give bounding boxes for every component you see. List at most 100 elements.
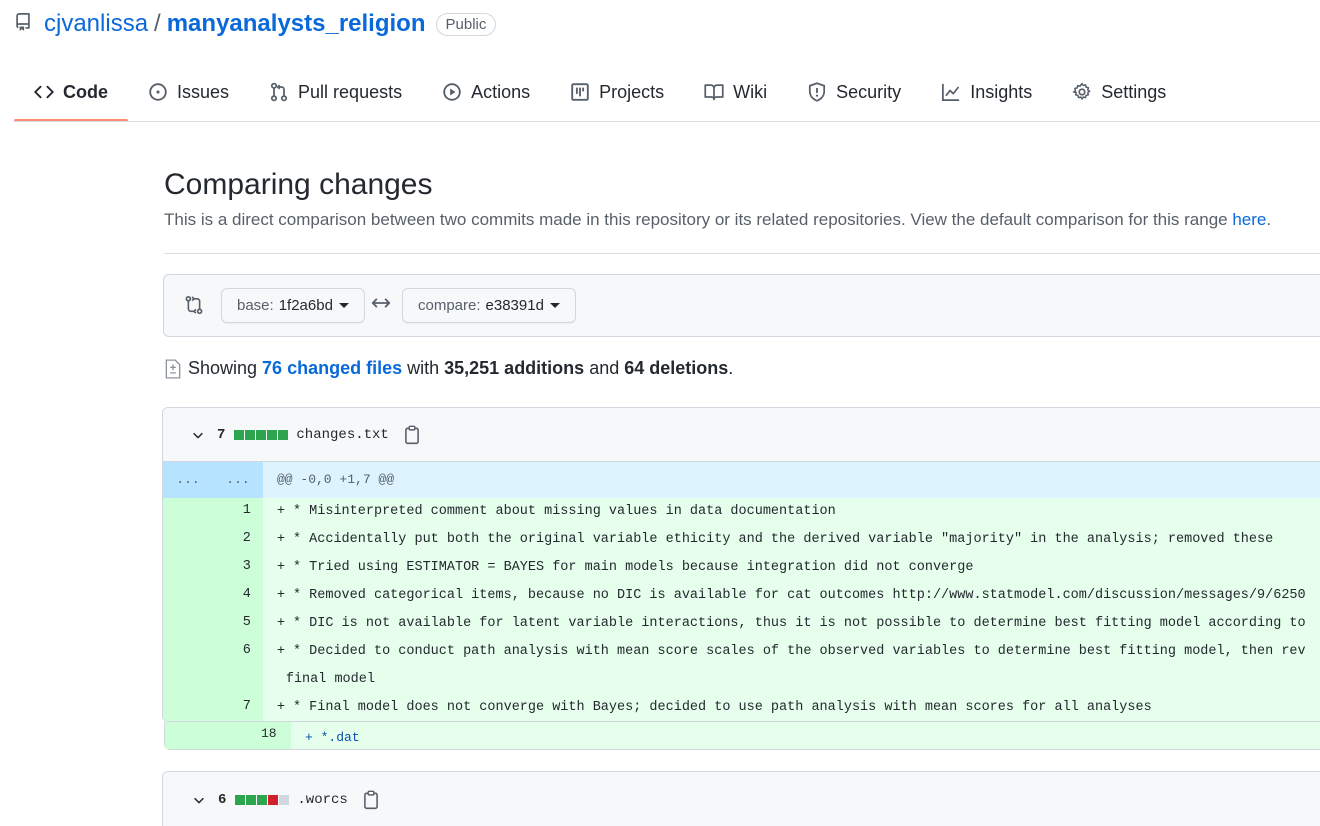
file-diff-worcs: 6 .worcs xyxy=(162,771,1320,826)
line-number[interactable]: 6 xyxy=(212,638,263,694)
copy-icon[interactable] xyxy=(362,790,380,810)
line-gutter-old xyxy=(163,526,213,554)
page-title: Comparing changes xyxy=(164,168,433,201)
summary-and: and xyxy=(589,358,620,378)
file-change-count: 7 xyxy=(217,426,226,443)
hidden-line-code: + *.dat xyxy=(305,730,360,745)
line-gutter-old xyxy=(163,554,213,582)
tab-code-label: Code xyxy=(63,81,108,102)
chevron-down-icon[interactable] xyxy=(191,428,205,442)
diff-line: 1 + * Misinterpreted comment about missin… xyxy=(163,498,1320,526)
base-branch-select[interactable]: base: 1f2a6bd xyxy=(221,288,365,323)
summary-with: with xyxy=(407,358,440,378)
gear-icon xyxy=(1072,82,1091,100)
diff-line: 7 + * Final model does not converge with … xyxy=(163,694,1320,721)
tab-projects-label: Projects xyxy=(599,81,665,102)
shield-icon xyxy=(809,82,826,102)
caret-down-icon xyxy=(549,303,560,308)
tab-pull-requests[interactable]: Pull requests xyxy=(249,64,422,120)
diffstat xyxy=(235,795,290,805)
diff-line: 3 + * Tried using ESTIMATOR = BAYES for m… xyxy=(163,554,1320,582)
chevron-down-icon[interactable] xyxy=(192,793,206,807)
book-icon xyxy=(704,84,724,101)
tab-security[interactable]: Security xyxy=(787,64,921,120)
compare-branch-select[interactable]: compare: e38391d xyxy=(402,288,576,323)
file-header: 6 .worcs xyxy=(163,772,1320,826)
hunk-header: ... ... @@ -0,0 +1,7 @@ xyxy=(163,462,1320,498)
deletions-count: 64 deletions xyxy=(624,358,729,378)
repo-icon xyxy=(16,13,30,31)
repo-name-link[interactable]: manyanalysts_religion xyxy=(167,10,426,38)
line-text-wrap: final model xyxy=(285,672,375,687)
hidden-line-number: 18 xyxy=(261,726,277,741)
hunk-gutter-left[interactable]: ... xyxy=(163,462,213,498)
file-header: 7 changes.txt xyxy=(163,408,1320,462)
hidden-diff-row: 18 + *.dat xyxy=(164,722,1320,750)
line-number[interactable]: 1 xyxy=(212,498,263,526)
diffstat-block xyxy=(278,429,289,440)
hunk-header-text: @@ -0,0 +1,7 @@ xyxy=(277,472,395,487)
file-name[interactable]: changes.txt xyxy=(296,427,388,443)
section-divider xyxy=(164,253,1320,254)
repo-owner-link[interactable]: cjvanlissa xyxy=(44,10,148,38)
tab-wiki-label: Wiki xyxy=(733,81,768,102)
line-number[interactable]: 2 xyxy=(212,526,263,554)
tab-pull-requests-label: Pull requests xyxy=(298,81,403,102)
repo-separator: / xyxy=(154,10,161,37)
changed-files-link[interactable]: 76 changed files xyxy=(262,358,402,379)
diffstat-block xyxy=(279,795,290,805)
line-gutter-old xyxy=(163,694,213,721)
line-code: + * Removed categorical items, because no… xyxy=(276,588,1306,603)
issue-icon xyxy=(149,83,167,101)
tab-issues-label: Issues xyxy=(177,81,230,102)
diff-line: 2 + * Accidentally put both the original … xyxy=(163,526,1320,554)
tabs-divider xyxy=(14,121,1320,122)
line-text: * Decided to conduct path analysis with … xyxy=(292,644,1306,659)
additions-count: 35,251 additions xyxy=(444,358,585,378)
summary-end: . xyxy=(728,358,734,378)
project-icon xyxy=(571,83,589,101)
git-compare-icon xyxy=(185,295,203,315)
line-code: + * Tried using ESTIMATOR = BAYES for mai… xyxy=(276,560,974,575)
tab-settings[interactable]: Settings xyxy=(1052,64,1186,120)
default-comparison-link[interactable]: here xyxy=(1232,210,1266,229)
line-gutter-old xyxy=(163,610,213,638)
diffstat-block xyxy=(256,429,267,440)
line-number[interactable]: 5 xyxy=(212,610,263,638)
tab-actions[interactable]: Actions xyxy=(422,64,550,120)
line-code: + * Misinterpreted comment about missing … xyxy=(276,504,836,519)
graph-icon xyxy=(942,83,960,101)
line-number[interactable]: 7 xyxy=(212,694,263,721)
hunk-gutter-right[interactable]: ... xyxy=(213,462,263,498)
line-number[interactable]: 3 xyxy=(212,554,263,582)
diffstat xyxy=(234,429,289,440)
line-text: * Removed categorical items, because no … xyxy=(292,588,1306,603)
file-diff-changes-txt: 7 changes.txt ... ... @@ -0,0 +1,7 @@ 1 … xyxy=(162,407,1320,722)
subtitle-text: This is a direct comparison between two … xyxy=(164,210,1228,229)
repo-header: cjvanlissa / manyanalysts_religion Publi… xyxy=(14,8,497,40)
tab-code[interactable]: Code xyxy=(14,64,128,122)
line-number[interactable]: 4 xyxy=(212,582,263,610)
file-diff-icon xyxy=(165,358,181,379)
line-code: + * Accidentally put both the original va… xyxy=(276,532,1274,547)
tab-insights[interactable]: Insights xyxy=(921,64,1052,120)
line-text: * Tried using ESTIMATOR = BAYES for main… xyxy=(292,560,974,575)
base-value: 1f2a6bd xyxy=(278,297,333,314)
line-text: * Accidentally put both the original var… xyxy=(292,532,1274,547)
line-code: + * Final model does not converge with Ba… xyxy=(276,700,1152,715)
play-icon xyxy=(443,83,461,101)
file-name[interactable]: .worcs xyxy=(297,792,347,808)
file-change-count: 6 xyxy=(218,792,227,808)
pull-request-icon xyxy=(270,82,288,102)
tab-insights-label: Insights xyxy=(970,81,1033,102)
tab-wiki[interactable]: Wiki xyxy=(684,64,787,120)
copy-icon[interactable] xyxy=(403,425,421,445)
arrow-both-icon xyxy=(371,298,391,308)
subtitle-end: . xyxy=(1266,210,1272,229)
line-text: * DIC is not available for latent variab… xyxy=(292,616,1306,631)
base-label: base: xyxy=(237,297,274,314)
diff-line: 5 + * DIC is not available for latent var… xyxy=(163,610,1320,638)
tab-issues[interactable]: Issues xyxy=(128,64,249,120)
diff-line: 4 + * Removed categorical items, because … xyxy=(163,582,1320,610)
tab-projects[interactable]: Projects xyxy=(550,64,684,120)
